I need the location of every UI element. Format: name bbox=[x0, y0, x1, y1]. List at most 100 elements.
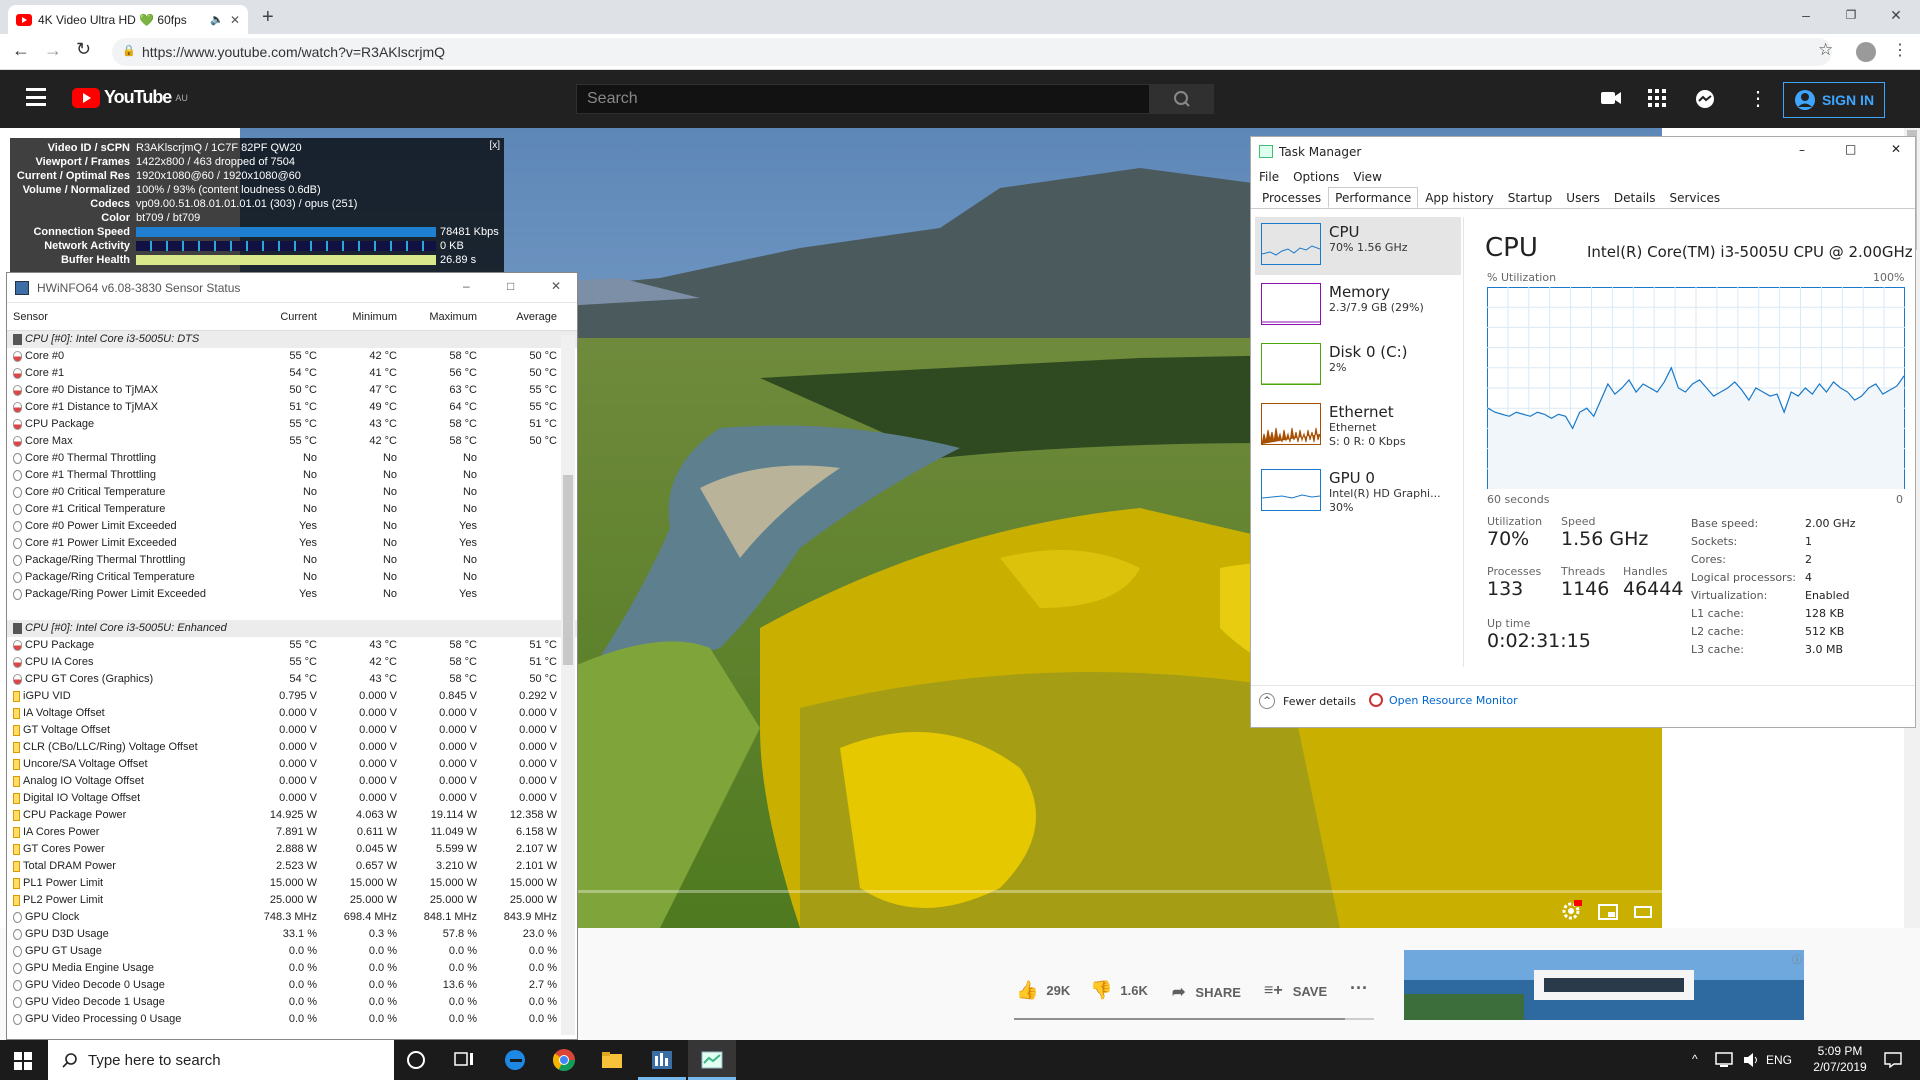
network-icon[interactable] bbox=[1714, 1052, 1734, 1068]
profile-avatar-icon[interactable] bbox=[1856, 42, 1876, 62]
sensor-row[interactable]: CPU Package 55 °C 43 °C 58 °C 51 °C bbox=[7, 637, 577, 654]
open-resource-monitor-link[interactable]: Open Resource Monitor bbox=[1369, 693, 1518, 707]
tab-performance[interactable]: Performance bbox=[1328, 187, 1419, 208]
sensor-row[interactable]: GPU Video Processing 0 Usage 0.0 % 0.0 % 0.… bbox=[7, 1011, 577, 1028]
cortana-icon[interactable] bbox=[404, 1048, 428, 1072]
sensor-row[interactable]: CPU Package 55 °C 43 °C 58 °C 51 °C bbox=[7, 416, 577, 433]
sensor-row[interactable]: GPU Media Engine Usage 0.0 % 0.0 % 0.0 % 0.0… bbox=[7, 960, 577, 977]
stats-close-button[interactable]: [x] bbox=[489, 140, 500, 151]
apps-grid-icon[interactable] bbox=[1648, 89, 1666, 107]
miniplayer-icon[interactable] bbox=[1598, 904, 1618, 920]
settings-more-icon[interactable]: ⋮ bbox=[1748, 86, 1768, 111]
notifications-icon[interactable] bbox=[1884, 1052, 1902, 1068]
sensor-row[interactable]: Core #0 Thermal Throttling No No No bbox=[7, 450, 577, 467]
hwinfo-taskbar-icon[interactable] bbox=[650, 1048, 674, 1072]
tab-details[interactable]: Details bbox=[1607, 187, 1663, 208]
hwinfo-scrollbar[interactable] bbox=[561, 335, 575, 1035]
sensor-row[interactable]: GT Cores Power 2.888 W 0.045 W 5.599 W 2.107… bbox=[7, 841, 577, 858]
hwinfo-titlebar[interactable]: HWiNFO64 v6.08-3830 Sensor Status – □ ✕ bbox=[7, 273, 577, 303]
minimize-icon[interactable]: – bbox=[463, 279, 470, 293]
perf-item-cpu[interactable]: CPU 70% 1.56 GHz bbox=[1255, 217, 1461, 275]
sensor-row[interactable]: Core #0 Critical Temperature No No No bbox=[7, 484, 577, 501]
clock[interactable]: 5:09 PM 2/07/2019 bbox=[1800, 1043, 1880, 1075]
sensor-group-header[interactable]: CPU [#0]: Intel Core i3-5005U: DTS bbox=[7, 331, 577, 348]
back-icon[interactable]: ← bbox=[12, 40, 30, 61]
dislike-button[interactable]: 👎 1.6K bbox=[1090, 980, 1148, 1001]
sensor-group-header[interactable]: CPU [#0]: Intel Core i3-5005U: Enhanced bbox=[7, 620, 577, 637]
file-explorer-icon[interactable] bbox=[600, 1048, 624, 1072]
sensor-row[interactable] bbox=[7, 603, 577, 620]
sensor-row[interactable]: Package/Ring Thermal Throttling No No No bbox=[7, 552, 577, 569]
theater-mode-icon[interactable] bbox=[1634, 906, 1652, 918]
ad-info-icon[interactable]: ⓘ bbox=[1792, 951, 1802, 966]
tm-titlebar[interactable]: Task Manager – □ ✕ bbox=[1251, 137, 1915, 167]
address-bar[interactable]: 🔒 https://www.youtube.com/watch?v=R3AKls… bbox=[112, 38, 1832, 66]
sensor-row[interactable]: CPU GT Cores (Graphics) 54 °C 43 °C 58 °C 50… bbox=[7, 671, 577, 688]
minimize-icon[interactable]: – bbox=[1799, 143, 1805, 157]
sensor-row[interactable]: Core #0 55 °C 42 °C 58 °C 50 °C bbox=[7, 348, 577, 365]
perf-item-disk[interactable]: Disk 0 (C:) 2% bbox=[1255, 337, 1461, 395]
task-view-icon[interactable] bbox=[452, 1048, 476, 1072]
perf-item-gpu[interactable]: GPU 0 Intel(R) HD Graphi... 30% bbox=[1255, 463, 1461, 521]
more-actions-icon[interactable]: ··· bbox=[1350, 978, 1368, 999]
youtube-logo[interactable]: YouTube AU bbox=[72, 87, 188, 108]
close-icon[interactable]: ✕ bbox=[1891, 142, 1901, 156]
tray-chevron-up-icon[interactable]: ^ bbox=[1692, 1052, 1698, 1066]
bookmark-star-icon[interactable]: ☆ bbox=[1818, 40, 1833, 60]
settings-gear-icon[interactable] bbox=[1560, 900, 1582, 922]
sensor-row[interactable]: IA Voltage Offset 0.000 V 0.000 V 0.000 V 0.… bbox=[7, 705, 577, 722]
share-button[interactable]: ➦ SHARE bbox=[1172, 982, 1241, 1002]
language-indicator[interactable]: ENG bbox=[1766, 1053, 1792, 1067]
tab-users[interactable]: Users bbox=[1559, 187, 1607, 208]
new-tab-icon[interactable]: + bbox=[262, 6, 274, 29]
menu-view[interactable]: View bbox=[1353, 170, 1381, 184]
close-icon[interactable]: ✕ bbox=[551, 279, 561, 293]
col-current[interactable]: Current bbox=[241, 311, 321, 323]
sensor-row[interactable]: Total DRAM Power 2.523 W 0.657 W 3.210 W 2.1… bbox=[7, 858, 577, 875]
sensor-row[interactable]: Core #1 Power Limit Exceeded Yes No Yes bbox=[7, 535, 577, 552]
chrome-icon[interactable] bbox=[552, 1048, 576, 1072]
edge-browser-icon[interactable] bbox=[503, 1048, 527, 1072]
sensor-row[interactable]: Analog IO Voltage Offset 0.000 V 0.000 V 0.… bbox=[7, 773, 577, 790]
sensor-row[interactable]: iGPU VID 0.795 V 0.000 V 0.845 V 0.292 V bbox=[7, 688, 577, 705]
messages-icon[interactable] bbox=[1694, 88, 1716, 110]
sensor-row[interactable]: IA Cores Power 7.891 W 0.611 W 11.049 W 6.15… bbox=[7, 824, 577, 841]
sensor-row[interactable]: CPU IA Cores 55 °C 42 °C 58 °C 51 °C bbox=[7, 654, 577, 671]
sensor-row[interactable]: Core #1 54 °C 41 °C 56 °C 50 °C bbox=[7, 365, 577, 382]
maximize-icon[interactable]: □ bbox=[507, 279, 514, 293]
perf-item-ethernet[interactable]: Ethernet Ethernet S: 0 R: 0 Kbps bbox=[1255, 397, 1461, 455]
sensor-row[interactable]: GT Voltage Offset 0.000 V 0.000 V 0.000 V 0.… bbox=[7, 722, 577, 739]
sign-in-button[interactable]: SIGN IN bbox=[1783, 82, 1885, 118]
sensor-row[interactable]: Package/Ring Power Limit Exceeded Yes No Ye… bbox=[7, 586, 577, 603]
sensor-row[interactable]: GPU Video Decode 1 Usage 0.0 % 0.0 % 0.0 % 0… bbox=[7, 994, 577, 1011]
sensor-row[interactable]: PL1 Power Limit 15.000 W 15.000 W 15.000 W 1… bbox=[7, 875, 577, 892]
sensor-row[interactable]: Uncore/SA Voltage Offset 0.000 V 0.000 V 0.… bbox=[7, 756, 577, 773]
sensor-row[interactable]: Package/Ring Critical Temperature No No No bbox=[7, 569, 577, 586]
menu-options[interactable]: Options bbox=[1293, 170, 1339, 184]
tab-app-history[interactable]: App history bbox=[1418, 187, 1501, 208]
sensor-row[interactable]: CPU Package Power 14.925 W 4.063 W 19.114 W… bbox=[7, 807, 577, 824]
tab-startup[interactable]: Startup bbox=[1501, 187, 1560, 208]
tab-close-icon[interactable]: ✕ bbox=[230, 13, 240, 27]
hamburger-menu-icon[interactable] bbox=[26, 88, 46, 106]
col-average[interactable]: Average bbox=[481, 311, 561, 323]
perf-item-memory[interactable]: Memory 2.3/7.9 GB (29%) bbox=[1255, 277, 1461, 335]
sensor-row[interactable]: Core #0 Power Limit Exceeded Yes No Yes bbox=[7, 518, 577, 535]
forward-icon[interactable]: → bbox=[44, 40, 62, 61]
volume-icon[interactable] bbox=[1742, 1052, 1760, 1068]
col-minimum[interactable]: Minimum bbox=[321, 311, 401, 323]
restore-icon[interactable]: ❐ bbox=[1840, 6, 1862, 24]
sensor-row[interactable]: GPU GT Usage 0.0 % 0.0 % 0.0 % 0.0 % bbox=[7, 943, 577, 960]
sensor-row[interactable]: Core #0 Distance to TjMAX 50 °C 47 °C 63 °C… bbox=[7, 382, 577, 399]
col-maximum[interactable]: Maximum bbox=[401, 311, 481, 323]
minimize-icon[interactable]: – bbox=[1795, 6, 1817, 24]
sensor-row[interactable]: GPU Video Decode 0 Usage 0.0 % 0.0 % 13.6 %… bbox=[7, 977, 577, 994]
ad-banner[interactable]: ⓘ bbox=[1404, 950, 1804, 1020]
windows-start-icon[interactable] bbox=[14, 1052, 32, 1070]
taskbar-search-input[interactable]: Type here to search bbox=[48, 1040, 394, 1080]
fewer-details-button[interactable]: ^ Fewer details bbox=[1259, 693, 1356, 709]
sensor-row[interactable]: GPU Clock 748.3 MHz 698.4 MHz 848.1 MHz 843.… bbox=[7, 909, 577, 926]
sensor-row[interactable]: Core Max 55 °C 42 °C 58 °C 50 °C bbox=[7, 433, 577, 450]
sensor-row[interactable]: GPU D3D Usage 33.1 % 0.3 % 57.8 % 23.0 % bbox=[7, 926, 577, 943]
browser-tab[interactable]: 4K Video Ultra HD 💚 60fps 🔈 ✕ bbox=[8, 5, 248, 34]
